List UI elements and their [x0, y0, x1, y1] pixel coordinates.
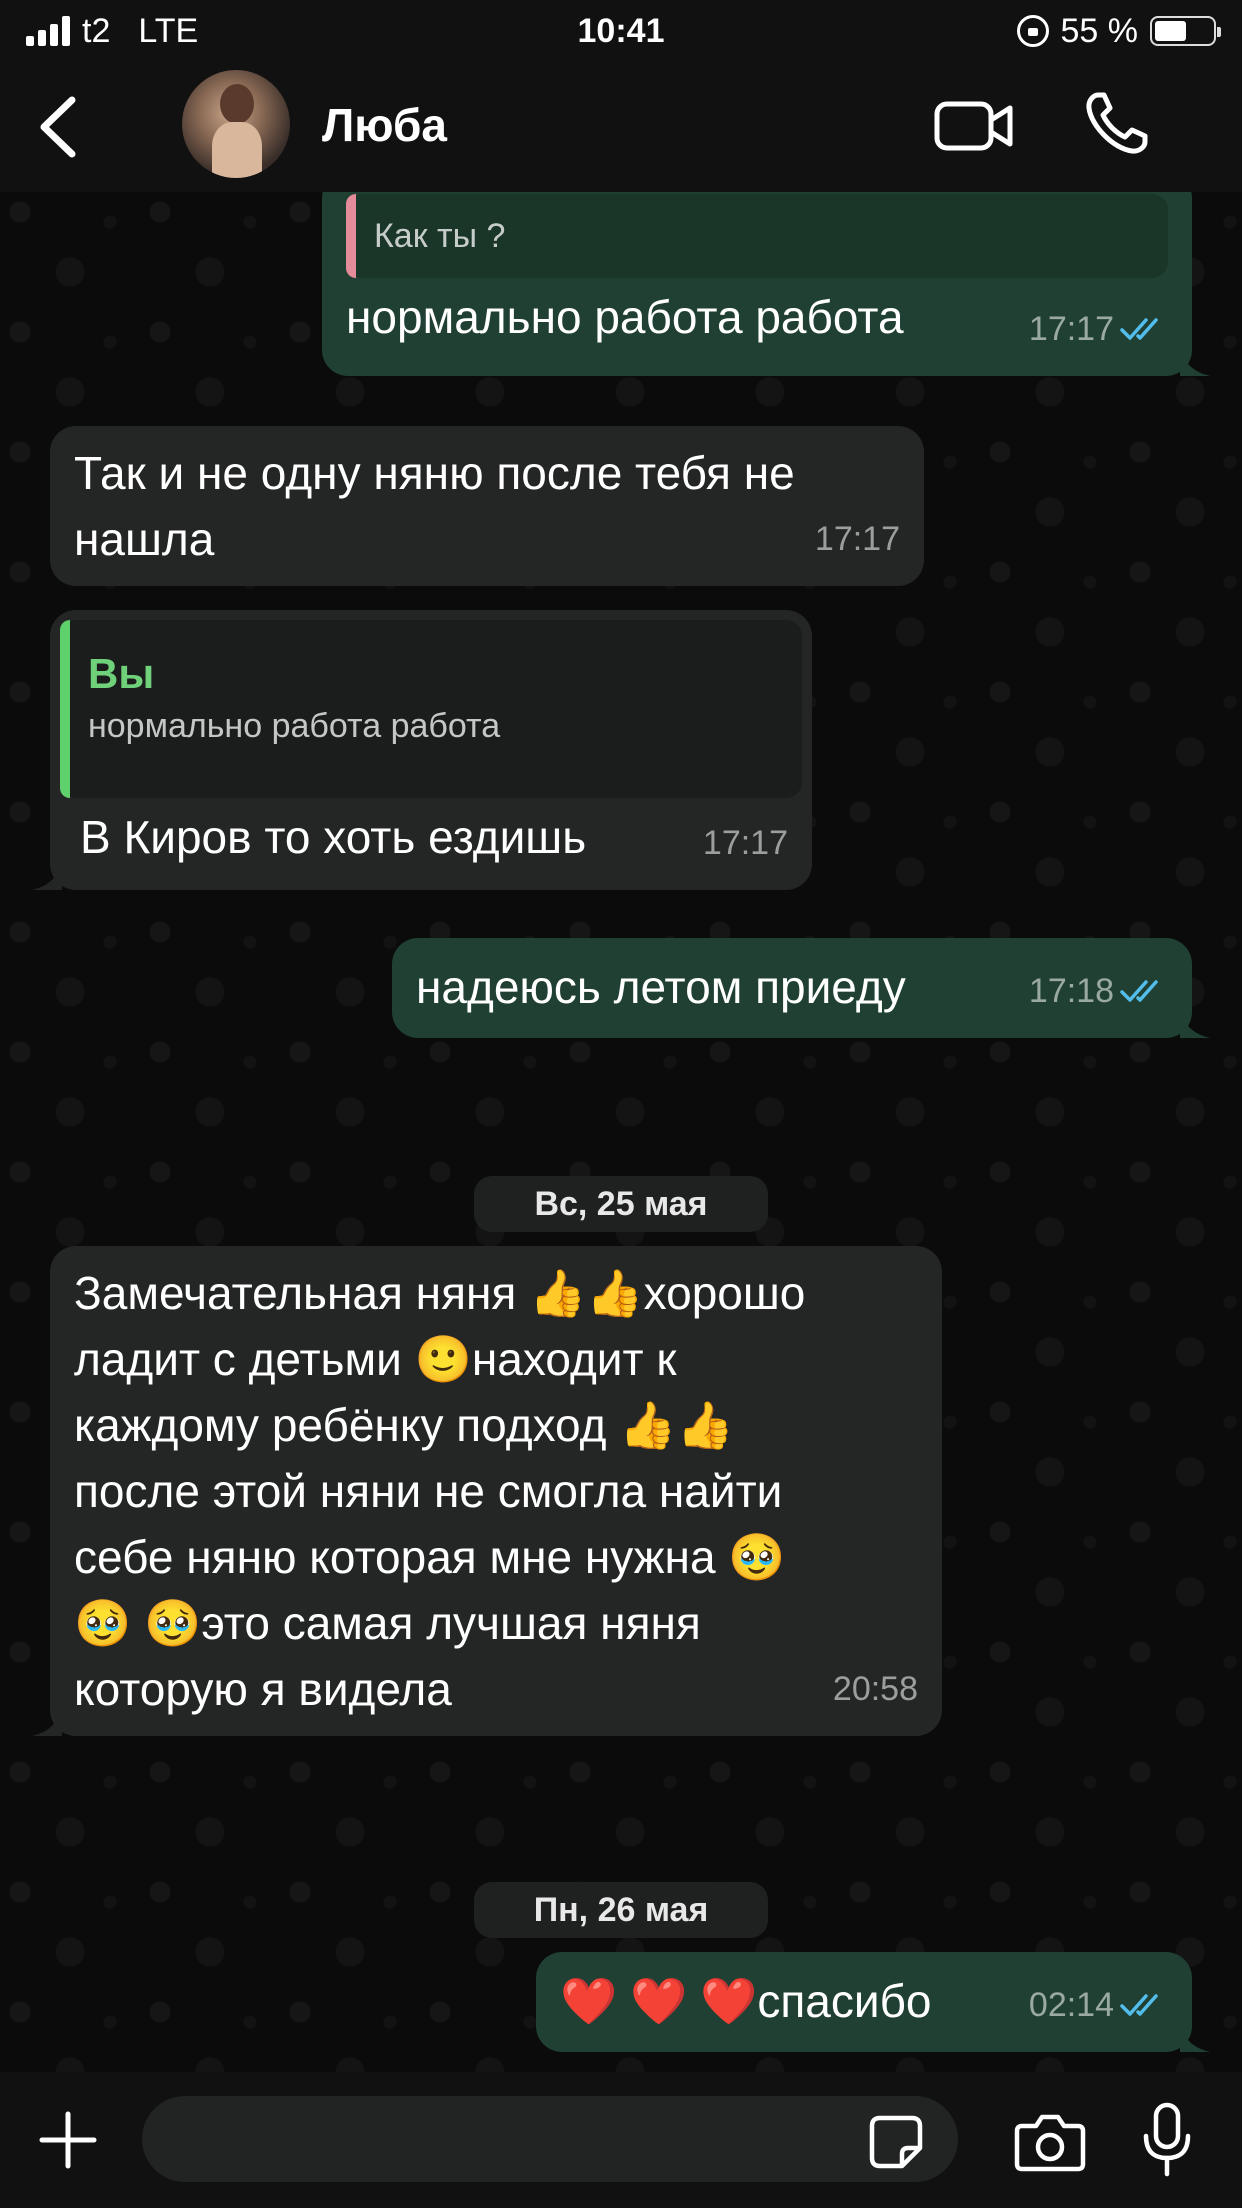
- read-receipt-icon: [1120, 1994, 1158, 2016]
- message-text-line: Замечательная няня 👍👍хорошо: [74, 1267, 806, 1319]
- phone-icon: [1086, 92, 1148, 154]
- avatar[interactable]: [182, 70, 290, 178]
- message-time: 17:18: [1028, 972, 1114, 1010]
- carrier-label: t2: [82, 11, 111, 50]
- signal-icon: [26, 16, 70, 46]
- mic-button[interactable]: [1142, 2102, 1192, 2178]
- message-text-line: которую я видела: [74, 1663, 452, 1715]
- attach-button[interactable]: [36, 2108, 100, 2172]
- network-label: LTE: [138, 11, 199, 50]
- date-separator: Вс, 25 мая: [474, 1176, 768, 1232]
- message-bubble-outgoing[interactable]: Как ты ? нормально работа работа 17:17: [322, 192, 1210, 376]
- battery-percent: 55 %: [1060, 11, 1139, 50]
- video-call-button[interactable]: [934, 96, 1014, 156]
- bubble-tail: [32, 860, 62, 890]
- read-receipt-icon: [1120, 318, 1158, 340]
- plus-icon: [39, 2111, 97, 2169]
- date-separator: Пн, 26 мая: [474, 1882, 768, 1938]
- quoted-message-text: Как ты ?: [374, 217, 506, 255]
- message-text-line: каждому ребёнку подход 👍👍: [74, 1399, 734, 1451]
- message-text: В Киров то хоть ездишь: [80, 811, 587, 863]
- chat-area[interactable]: Как ты ? нормально работа работа 17:17 Т…: [0, 192, 1242, 2072]
- message-meta: 17:18: [1029, 958, 1168, 1024]
- orientation-lock-icon: [1016, 15, 1049, 47]
- input-bar: [0, 2072, 1242, 2208]
- message-time: 17:17: [702, 824, 788, 862]
- bubble-tail: [1180, 2022, 1210, 2052]
- message-meta: 17:17: [815, 506, 900, 572]
- message-meta: 17:17: [1029, 296, 1168, 362]
- back-button[interactable]: [30, 92, 90, 162]
- message-text-line: себе няню которая мне нужна 🥹: [74, 1531, 786, 1583]
- chat-header: Люба: [0, 62, 1242, 192]
- sticker-button[interactable]: [868, 2114, 924, 2170]
- video-camera-icon: [934, 101, 1013, 151]
- read-receipt-icon: [1120, 980, 1158, 1002]
- quoted-message-text: нормально работа работа: [88, 707, 501, 745]
- message-meta: 17:17: [703, 810, 788, 876]
- message-text-line: после этой няни не смогла найти: [74, 1465, 783, 1517]
- message-time: 17:17: [1028, 310, 1114, 348]
- message-bubble-incoming[interactable]: Так и не одну няню после тебя не нашла 1…: [50, 426, 924, 586]
- contact-name[interactable]: Люба: [322, 98, 447, 152]
- message-text-line: нашла: [74, 513, 215, 565]
- message-time: 02:14: [1028, 1986, 1114, 2024]
- message-text-line: Так и не одну няню после тебя не: [74, 447, 795, 499]
- status-bar: t2 LTE 10:41 55 %: [0, 0, 1242, 62]
- back-arrow-icon: [40, 96, 76, 158]
- quoted-message-author: Вы: [88, 650, 155, 697]
- message-time: 20:58: [832, 1670, 918, 1708]
- bubble-tail: [1180, 346, 1210, 376]
- message-text-line: 🥹 🥹это самая лучшая няня: [74, 1597, 701, 1649]
- camera-button[interactable]: [1014, 2112, 1086, 2172]
- status-left: t2 LTE: [26, 12, 198, 51]
- message-bubble-outgoing[interactable]: надеюсь летом приеду 17:18: [392, 938, 1210, 1038]
- message-meta: 02:14: [1029, 1972, 1168, 2038]
- message-text-line: ладит с детьми 🙂находит к: [74, 1333, 677, 1385]
- message-input[interactable]: [142, 2096, 958, 2182]
- bubble-tail: [32, 1706, 62, 1736]
- message-bubble-incoming[interactable]: Замечательная няня 👍👍хорошо ладит с деть…: [32, 1246, 942, 1736]
- status-right: 55 %: [1016, 11, 1221, 51]
- battery-icon: [1150, 16, 1221, 46]
- voice-call-button[interactable]: [1084, 90, 1150, 156]
- sticker-icon: [869, 2115, 923, 2169]
- message-bubble-outgoing[interactable]: ❤️ ❤️ ❤️спасибо 02:14: [536, 1952, 1210, 2052]
- quoted-message[interactable]: Как ты ?: [346, 194, 1168, 278]
- message-bubble-incoming[interactable]: Вы нормально работа работа В Киров то хо…: [32, 610, 812, 890]
- camera-icon: [1014, 2114, 1086, 2172]
- battery-fill: [1155, 21, 1186, 41]
- message-meta: 20:58: [833, 1656, 918, 1722]
- quoted-message[interactable]: Вы нормально работа работа: [60, 620, 802, 798]
- microphone-icon: [1143, 2102, 1191, 2177]
- message-time: 17:17: [814, 520, 900, 558]
- bubble-tail: [1180, 1008, 1210, 1038]
